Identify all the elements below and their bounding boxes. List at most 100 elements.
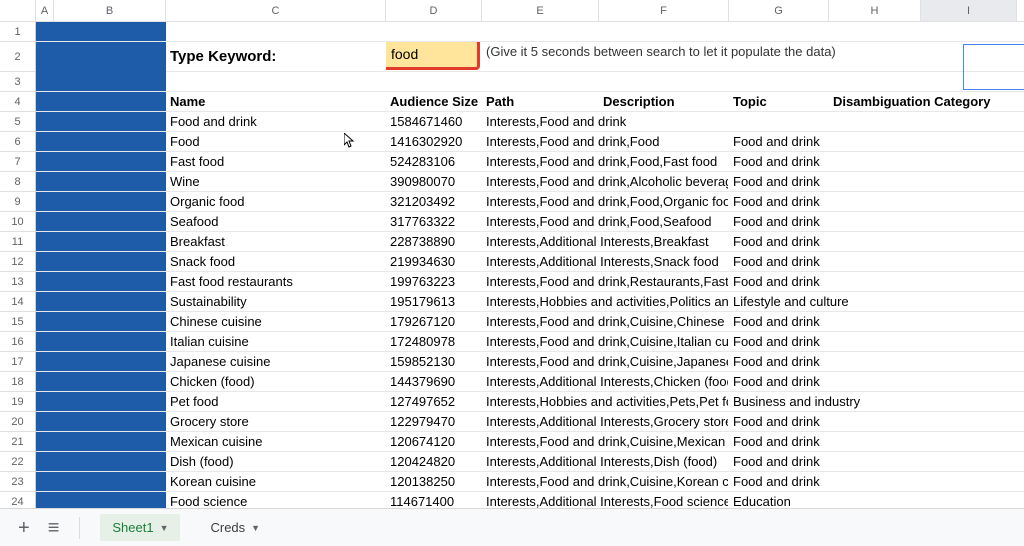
cell-audience[interactable]: 524283106 [386, 152, 482, 171]
cell-audience[interactable]: 159852130 [386, 352, 482, 371]
table-row[interactable]: Wine390980070Interests,Food and drink,Al… [36, 172, 1024, 192]
cell-topic[interactable]: Food and drink [729, 172, 917, 191]
cell-path[interactable]: Interests,Food and drink,Cuisine,Chinese… [482, 312, 729, 331]
row-header-16[interactable]: 16 [0, 332, 35, 352]
cell-audience[interactable]: 195179613 [386, 292, 482, 311]
cell-audience[interactable]: 317763322 [386, 212, 482, 231]
cell-path[interactable]: Interests,Additional Interests,Dish (foo… [482, 452, 729, 471]
cell-topic[interactable]: Food and drink [729, 132, 917, 151]
cell-path[interactable]: Interests,Food and drink,Cuisine,Korean … [482, 472, 729, 491]
table-header-row[interactable]: Name Audience Size Path Description Topi… [36, 92, 1024, 112]
cell-topic[interactable]: Food and drink [729, 432, 917, 451]
cell-path[interactable]: Interests,Food and drink [482, 112, 729, 131]
table-row[interactable]: Dish (food)120424820Interests,Additional… [36, 452, 1024, 472]
cell-name[interactable]: Organic food [166, 192, 386, 211]
col-header-I[interactable]: I [921, 0, 1017, 21]
row-header-2[interactable]: 2 [0, 42, 35, 72]
table-row[interactable]: Chinese cuisine179267120Interests,Food a… [36, 312, 1024, 332]
cell-name[interactable]: Snack food [166, 252, 386, 271]
table-row[interactable]: Sustainability195179613Interests,Hobbies… [36, 292, 1024, 312]
cell-audience[interactable]: 144379690 [386, 372, 482, 391]
table-row[interactable]: Food and drink1584671460Interests,Food a… [36, 112, 1024, 132]
row-header-21[interactable]: 21 [0, 432, 35, 452]
cell-topic[interactable]: Food and drink [729, 452, 917, 471]
table-row[interactable]: Food1416302920Interests,Food and drink,F… [36, 132, 1024, 152]
cell-path[interactable]: Interests,Food and drink,Alcoholic bever… [482, 172, 729, 191]
row-header-9[interactable]: 9 [0, 192, 35, 212]
cell-name[interactable]: Italian cuisine [166, 332, 386, 351]
cell-name[interactable]: Pet food [166, 392, 386, 411]
row-header-19[interactable]: 19 [0, 392, 35, 412]
cell-topic[interactable]: Food and drink [729, 192, 917, 211]
table-row[interactable]: Mexican cuisine120674120Interests,Food a… [36, 432, 1024, 452]
cell-audience[interactable]: 1584671460 [386, 112, 482, 131]
cell-name[interactable]: Wine [166, 172, 386, 191]
row-header-14[interactable]: 14 [0, 292, 35, 312]
cell-path[interactable]: Interests,Hobbies and activities,Politic… [482, 292, 729, 311]
add-sheet-button[interactable]: + [18, 518, 30, 538]
cell-path[interactable]: Interests,Additional Interests,Snack foo… [482, 252, 729, 271]
cell-audience[interactable]: 120424820 [386, 452, 482, 471]
col-header-C[interactable]: C [166, 0, 386, 21]
cell-audience[interactable]: 390980070 [386, 172, 482, 191]
cell-name[interactable]: Seafood [166, 212, 386, 231]
cell-topic[interactable]: Business and industry [729, 392, 917, 411]
table-row[interactable]: Fast food restaurants199763223Interests,… [36, 272, 1024, 292]
cell-topic[interactable]: Food and drink [729, 212, 917, 231]
cell-path[interactable]: Interests,Food and drink,Restaurants,Fas… [482, 272, 729, 291]
cell-audience[interactable]: 120138250 [386, 472, 482, 491]
row-header-18[interactable]: 18 [0, 372, 35, 392]
table-row[interactable]: Pet food127497652Interests,Hobbies and a… [36, 392, 1024, 412]
table-row[interactable]: Chicken (food)144379690Interests,Additio… [36, 372, 1024, 392]
cell-name[interactable]: Chinese cuisine [166, 312, 386, 331]
cell-name[interactable]: Grocery store [166, 412, 386, 431]
col-header-E[interactable]: E [482, 0, 599, 21]
cell-name[interactable]: Breakfast [166, 232, 386, 251]
col-header-F[interactable]: F [599, 0, 729, 21]
row-header-20[interactable]: 20 [0, 412, 35, 432]
cell-topic[interactable]: Food and drink [729, 312, 917, 331]
cell-audience[interactable]: 122979470 [386, 412, 482, 431]
row-header-12[interactable]: 12 [0, 252, 35, 272]
cell-audience[interactable]: 120674120 [386, 432, 482, 451]
cell-path[interactable]: Interests,Additional Interests,Grocery s… [482, 412, 729, 431]
row-header-1[interactable]: 1 [0, 22, 35, 42]
cell-name[interactable]: Fast food [166, 152, 386, 171]
table-row[interactable]: Japanese cuisine159852130Interests,Food … [36, 352, 1024, 372]
table-row[interactable]: Grocery store122979470Interests,Addition… [36, 412, 1024, 432]
cell-topic[interactable]: Food and drink [729, 152, 917, 171]
cell-topic[interactable] [729, 112, 917, 131]
cell-name[interactable]: Fast food restaurants [166, 272, 386, 291]
corner-cell[interactable] [0, 0, 36, 21]
all-sheets-button[interactable]: ≡ [48, 518, 60, 538]
col-header-D[interactable]: D [386, 0, 482, 21]
cell-topic[interactable]: Food and drink [729, 332, 917, 351]
cell-name[interactable]: Mexican cuisine [166, 432, 386, 451]
col-header-B[interactable]: B [54, 0, 166, 21]
row-1[interactable] [36, 22, 1024, 42]
cell-topic[interactable]: Lifestyle and culture [729, 292, 917, 311]
row-header-17[interactable]: 17 [0, 352, 35, 372]
cell-name[interactable]: Food [166, 132, 386, 151]
table-row[interactable]: Italian cuisine172480978Interests,Food a… [36, 332, 1024, 352]
cell-topic[interactable]: Food and drink [729, 472, 917, 491]
cell-audience[interactable]: 219934630 [386, 252, 482, 271]
table-row[interactable]: Seafood317763322Interests,Food and drink… [36, 212, 1024, 232]
cell-audience[interactable]: 179267120 [386, 312, 482, 331]
cell-audience[interactable]: 1416302920 [386, 132, 482, 151]
row-header-23[interactable]: 23 [0, 472, 35, 492]
cell-topic[interactable]: Food and drink [729, 412, 917, 431]
cell-audience[interactable]: 199763223 [386, 272, 482, 291]
cell-name[interactable]: Japanese cuisine [166, 352, 386, 371]
cell-name[interactable]: Sustainability [166, 292, 386, 311]
cell-path[interactable]: Interests,Food and drink,Food,Fast food [482, 152, 729, 171]
cell-name[interactable]: Chicken (food) [166, 372, 386, 391]
cell-topic[interactable]: Food and drink [729, 372, 917, 391]
cell-path[interactable]: Interests,Food and drink,Cuisine,Japanes… [482, 352, 729, 371]
row-3[interactable] [36, 72, 1024, 92]
cell-path[interactable]: Interests,Additional Interests,Chicken (… [482, 372, 729, 391]
cell-topic[interactable]: Food and drink [729, 252, 917, 271]
row-header-13[interactable]: 13 [0, 272, 35, 292]
row-header-6[interactable]: 6 [0, 132, 35, 152]
cell-path[interactable]: Interests,Food and drink,Food,Organic fo… [482, 192, 729, 211]
